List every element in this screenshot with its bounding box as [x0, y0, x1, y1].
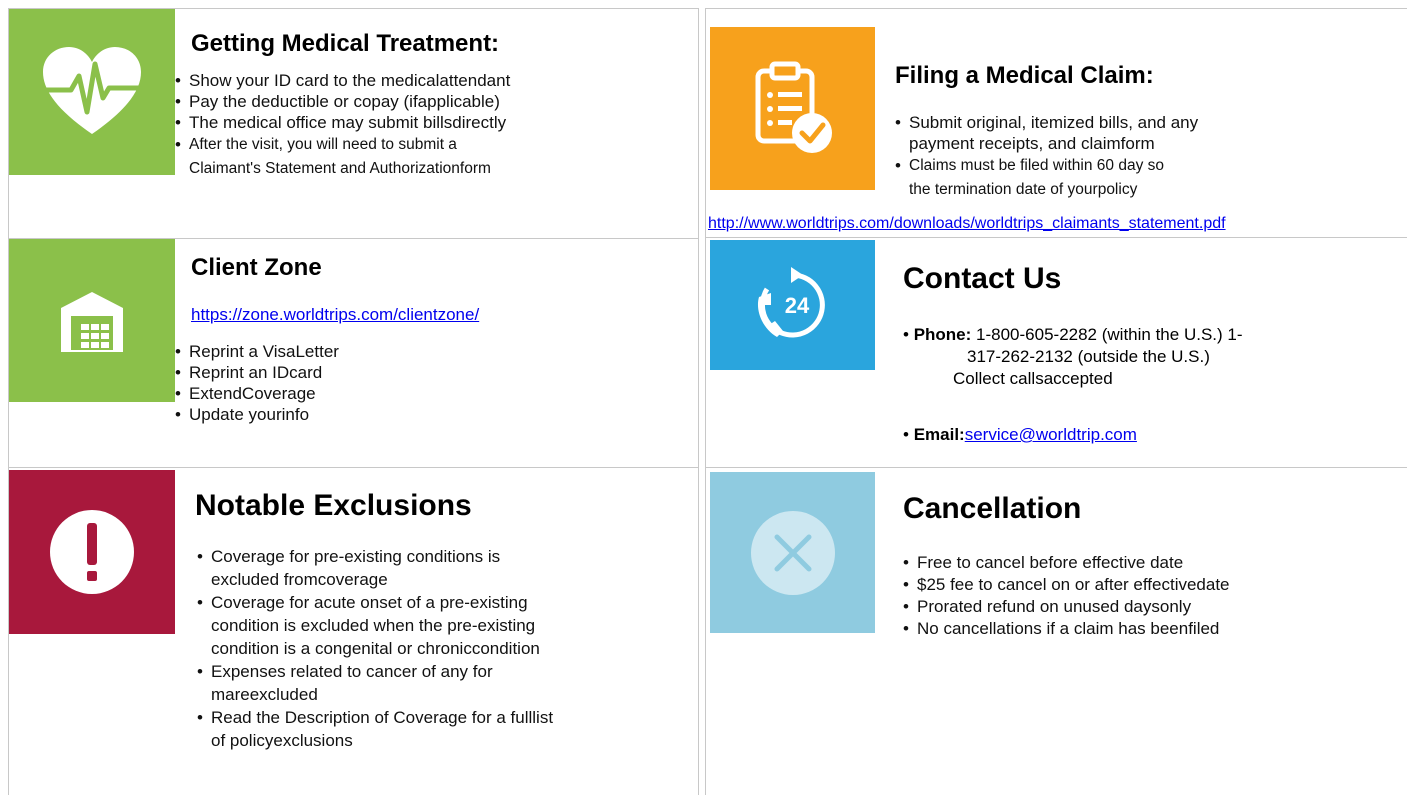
- building-icon: [9, 239, 175, 402]
- claimant-statement-link[interactable]: http://www.worldtrips.com/downloads/worl…: [708, 215, 1226, 233]
- list-item: Update yourinfo: [175, 404, 675, 425]
- list-item: Coverage for acute onset of a pre-existi…: [197, 591, 687, 660]
- row-divider-2-right: [706, 467, 1407, 468]
- list-item: Prorated refund on unused daysonly: [903, 596, 1403, 618]
- medical-treatment-title: Getting Medical Treatment:: [191, 30, 500, 57]
- list-item: No cancellations if a claim has beenfile…: [903, 618, 1403, 640]
- list-item: After the visit, you will need to submit…: [175, 133, 695, 181]
- phone-number: 1-800-605-2282 (within the U.S.) 1-: [976, 325, 1243, 344]
- list-item: Claims must be filed within 60 day sothe…: [895, 154, 1395, 202]
- list-item: Reprint a VisaLetter: [175, 341, 675, 362]
- list-item: Expenses related to cancer of any formar…: [197, 660, 687, 706]
- svg-text:24: 24: [784, 293, 809, 318]
- exclusions-list: Coverage for pre-existing conditions ise…: [197, 545, 687, 752]
- heartbeat-icon: [9, 9, 175, 175]
- row-divider-1-right: [706, 237, 1407, 238]
- client-zone-link[interactable]: https://zone.worldtrips.com/clientzone/: [191, 305, 479, 325]
- cancellation-title: Cancellation: [903, 492, 1082, 525]
- x-circle-icon: [710, 472, 875, 633]
- client-zone-title: Client Zone: [191, 254, 322, 281]
- phone-block: • Phone: 1-800-605-2282 (within the U.S.…: [903, 325, 1243, 388]
- phone-24-icon: 24: [710, 240, 875, 370]
- list-item: Read the Description of Coverage for a f…: [197, 706, 687, 752]
- phone-label: Phone:: [913, 325, 972, 344]
- list-item: Coverage for pre-existing conditions ise…: [197, 545, 687, 591]
- clipboard-check-icon: [710, 27, 875, 190]
- email-block: • Email:service@worldtrip.com: [903, 425, 1137, 444]
- list-item: Pay the deductible or copay (ifapplicabl…: [175, 91, 695, 112]
- list-item: $25 fee to cancel on or after effectived…: [903, 574, 1403, 596]
- collect-calls-note: Collect callsaccepted: [953, 369, 1113, 388]
- contact-title: Contact Us: [903, 262, 1062, 295]
- list-item: The medical office may submit billsdirec…: [175, 112, 695, 133]
- center-divider-a: [698, 8, 699, 795]
- phone-number-alt: 317-262-2132 (outside the U.S.): [967, 347, 1210, 366]
- exclamation-icon: [9, 470, 175, 634]
- email-label: Email:: [913, 425, 965, 444]
- medical-claim-title: Filing a Medical Claim:: [895, 62, 1154, 89]
- client-zone-list: Reprint a VisaLetter Reprint an IDcard E…: [175, 341, 675, 425]
- center-divider-b: [705, 8, 706, 795]
- medical-treatment-list: Show your ID card to the medicalattendan…: [175, 70, 695, 181]
- medical-claim-list: Submit original, itemized bills, and any…: [895, 112, 1395, 202]
- list-item: Free to cancel before effective date: [903, 552, 1403, 574]
- list-item: ExtendCoverage: [175, 383, 675, 404]
- top-border-right: [706, 8, 1407, 9]
- cancellation-list: Free to cancel before effective date $25…: [903, 552, 1403, 640]
- exclusions-title: Notable Exclusions: [195, 489, 472, 522]
- list-item: Reprint an IDcard: [175, 362, 675, 383]
- list-item: Submit original, itemized bills, and any…: [895, 112, 1395, 154]
- list-item: Show your ID card to the medicalattendan…: [175, 70, 695, 91]
- email-link[interactable]: service@worldtrip.com: [965, 425, 1137, 444]
- row-divider-2-left: [8, 467, 698, 468]
